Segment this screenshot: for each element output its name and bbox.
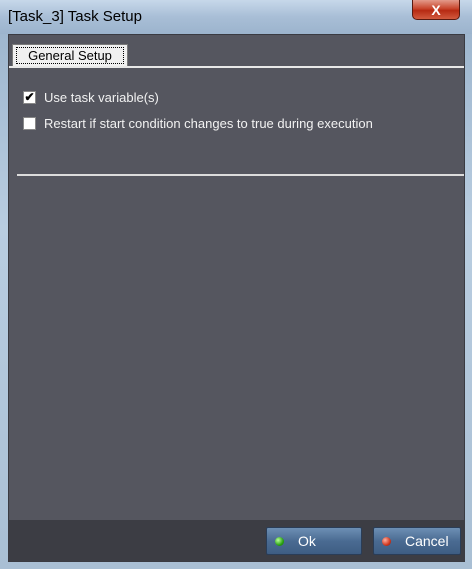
tab-baseline — [9, 66, 464, 68]
use-task-variables-checkbox[interactable]: ✔ — [23, 90, 36, 104]
use-task-variables-label: Use task variable(s) — [44, 89, 159, 105]
title-bar[interactable]: [Task_3] Task Setup X — [0, 0, 472, 34]
close-icon: X — [431, 1, 441, 18]
cancel-button[interactable]: Cancel — [373, 527, 461, 555]
restart-on-condition-checkbox[interactable] — [23, 116, 36, 130]
ok-button[interactable]: Ok — [266, 527, 362, 555]
red-dot-icon — [382, 536, 391, 546]
tab-label: General Setup — [16, 47, 124, 64]
green-dot-icon — [275, 536, 284, 546]
option-use-task-variables[interactable]: ✔ Use task variable(s) — [23, 88, 159, 106]
dialog-body: General Setup ✔ Use task variable(s) Res… — [8, 34, 465, 562]
tab-general-setup[interactable]: General Setup — [12, 44, 128, 66]
option-restart-on-condition[interactable]: Restart if start condition changes to tr… — [23, 114, 373, 132]
task-setup-window: [Task_3] Task Setup X General Setup ✔ Us… — [0, 0, 472, 569]
button-bar: Ok Cancel — [9, 520, 464, 561]
restart-on-condition-label: Restart if start condition changes to tr… — [44, 115, 373, 131]
close-button[interactable]: X — [412, 0, 460, 20]
cancel-button-label: Cancel — [405, 533, 449, 549]
window-title: [Task_3] Task Setup — [8, 8, 142, 25]
section-divider — [17, 174, 464, 176]
ok-button-label: Ok — [298, 533, 316, 549]
